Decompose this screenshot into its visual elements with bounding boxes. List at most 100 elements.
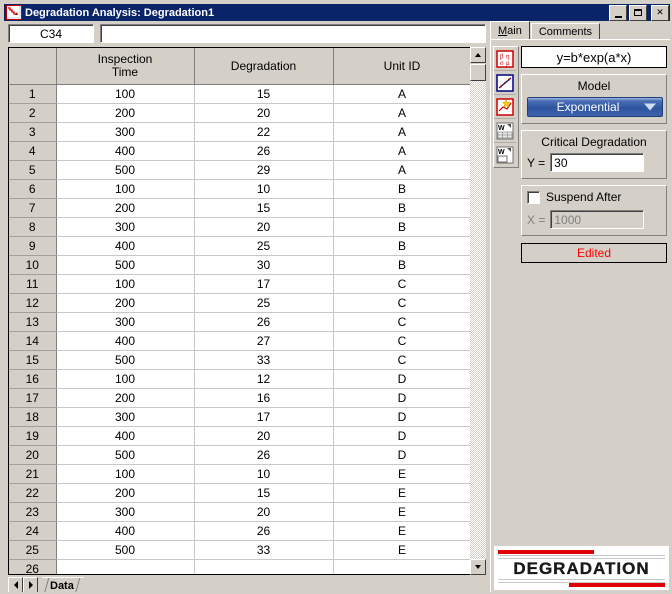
model-select[interactable]: Exponential xyxy=(527,97,663,117)
row-header[interactable]: 5 xyxy=(9,160,57,180)
row-header[interactable]: 16 xyxy=(9,369,57,389)
scatter-plot-icon[interactable] xyxy=(494,71,516,95)
cell-inspection-time[interactable]: 100 xyxy=(56,84,195,104)
row-header[interactable]: 26 xyxy=(9,559,57,574)
cell-inspection-time[interactable]: 200 xyxy=(56,293,195,313)
cell-inspection-time[interactable]: 100 xyxy=(56,274,195,294)
cell-degradation[interactable]: 20 xyxy=(194,502,334,522)
cell-inspection-time[interactable]: 200 xyxy=(56,198,195,218)
cell-inspection-time[interactable]: 400 xyxy=(56,331,195,351)
cell-unit-id[interactable]: B xyxy=(333,179,472,199)
scrollbar-track[interactable] xyxy=(470,81,486,559)
cell-reference-box[interactable]: C34 xyxy=(8,24,94,43)
cell-degradation[interactable]: 20 xyxy=(194,217,334,237)
cell-inspection-time[interactable]: 100 xyxy=(56,369,195,389)
parameters-greek-icon[interactable]: β η σ μ xyxy=(494,47,516,71)
row-header[interactable]: 10 xyxy=(9,255,57,275)
row-header[interactable]: 15 xyxy=(9,350,57,370)
cell-unit-id[interactable]: D xyxy=(333,426,472,446)
row-header[interactable]: 12 xyxy=(9,293,57,313)
suspend-after-row[interactable]: Suspend After xyxy=(527,190,661,204)
cell-unit-id[interactable]: E xyxy=(333,483,472,503)
row-header[interactable]: 23 xyxy=(9,502,57,522)
row-header[interactable]: 13 xyxy=(9,312,57,332)
cell-degradation[interactable]: 29 xyxy=(194,160,334,180)
cell-inspection-time[interactable]: 200 xyxy=(56,483,195,503)
cell-unit-id[interactable]: B xyxy=(333,255,472,275)
row-header[interactable]: 19 xyxy=(9,426,57,446)
row-header[interactable]: 21 xyxy=(9,464,57,484)
maximize-button[interactable] xyxy=(629,4,647,21)
cell-unit-id[interactable]: C xyxy=(333,331,472,351)
cell-inspection-time[interactable]: 400 xyxy=(56,521,195,541)
cell-inspection-time[interactable]: 500 xyxy=(56,540,195,560)
row-header[interactable]: 25 xyxy=(9,540,57,560)
row-header[interactable]: 17 xyxy=(9,388,57,408)
cell-inspection-time[interactable]: 400 xyxy=(56,141,195,161)
cell-degradation[interactable]: 20 xyxy=(194,103,334,123)
cell-unit-id[interactable]: A xyxy=(333,141,472,161)
cell-unit-id[interactable]: E xyxy=(333,521,472,541)
cell-unit-id[interactable]: C xyxy=(333,293,472,313)
cell-degradation[interactable]: 26 xyxy=(194,445,334,465)
scrollbar-thumb[interactable] xyxy=(470,64,486,81)
close-button[interactable]: ✕ xyxy=(651,4,669,21)
column-header-inspection-time[interactable]: Inspection Time xyxy=(56,48,195,85)
cell-inspection-time[interactable]: 200 xyxy=(56,103,195,123)
cell-unit-id[interactable]: D xyxy=(333,369,472,389)
prev-sheet-button[interactable] xyxy=(8,577,23,592)
vertical-scrollbar[interactable] xyxy=(470,47,486,575)
cell-degradation[interactable]: 30 xyxy=(194,255,334,275)
cell-inspection-time[interactable]: 300 xyxy=(56,312,195,332)
cell-degradation[interactable]: 25 xyxy=(194,293,334,313)
cell-inspection-time[interactable] xyxy=(56,559,195,574)
cell-unit-id[interactable]: A xyxy=(333,103,472,123)
cell-degradation[interactable]: 15 xyxy=(194,84,334,104)
cell-unit-id[interactable]: E xyxy=(333,502,472,522)
worksheet-table-icon[interactable]: W xyxy=(494,119,516,143)
scroll-down-button[interactable] xyxy=(470,559,486,575)
cell-inspection-time[interactable]: 300 xyxy=(56,122,195,142)
cell-unit-id[interactable]: C xyxy=(333,312,472,332)
cell-unit-id[interactable]: D xyxy=(333,388,472,408)
row-header[interactable]: 7 xyxy=(9,198,57,218)
row-header[interactable]: 11 xyxy=(9,274,57,294)
cell-degradation[interactable]: 26 xyxy=(194,141,334,161)
cell-degradation[interactable]: 10 xyxy=(194,179,334,199)
extrapolation-icon[interactable] xyxy=(494,95,516,119)
cell-degradation[interactable]: 26 xyxy=(194,521,334,541)
row-header[interactable]: 8 xyxy=(9,217,57,237)
cell-inspection-time[interactable]: 100 xyxy=(56,464,195,484)
cell-degradation[interactable] xyxy=(194,559,334,574)
column-header-degradation[interactable]: Degradation xyxy=(194,48,334,85)
cell-inspection-time[interactable]: 300 xyxy=(56,407,195,427)
cell-inspection-time[interactable]: 300 xyxy=(56,217,195,237)
scroll-up-button[interactable] xyxy=(470,47,486,63)
cell-degradation[interactable]: 20 xyxy=(194,426,334,446)
row-header[interactable]: 4 xyxy=(9,141,57,161)
minimize-button[interactable] xyxy=(609,4,627,21)
cell-unit-id[interactable]: A xyxy=(333,84,472,104)
row-header[interactable]: 18 xyxy=(9,407,57,427)
cell-degradation[interactable]: 33 xyxy=(194,540,334,560)
row-header[interactable]: 24 xyxy=(9,521,57,541)
formula-input[interactable] xyxy=(100,24,486,43)
cell-inspection-time[interactable]: 400 xyxy=(56,426,195,446)
cell-degradation[interactable]: 10 xyxy=(194,464,334,484)
row-header[interactable]: 14 xyxy=(9,331,57,351)
cell-inspection-time[interactable]: 100 xyxy=(56,179,195,199)
cell-degradation[interactable]: 16 xyxy=(194,388,334,408)
sheet-tab-data[interactable]: Data xyxy=(42,577,84,592)
cell-unit-id[interactable]: B xyxy=(333,198,472,218)
cell-degradation[interactable]: 17 xyxy=(194,274,334,294)
cell-inspection-time[interactable]: 200 xyxy=(56,388,195,408)
worksheet-report-icon[interactable]: W xyxy=(494,143,516,167)
row-header[interactable]: 9 xyxy=(9,236,57,256)
cell-inspection-time[interactable]: 500 xyxy=(56,255,195,275)
cell-degradation[interactable]: 22 xyxy=(194,122,334,142)
cell-unit-id[interactable]: C xyxy=(333,350,472,370)
cell-inspection-time[interactable]: 400 xyxy=(56,236,195,256)
cell-inspection-time[interactable]: 300 xyxy=(56,502,195,522)
cell-unit-id[interactable]: E xyxy=(333,540,472,560)
cell-unit-id[interactable]: A xyxy=(333,160,472,180)
